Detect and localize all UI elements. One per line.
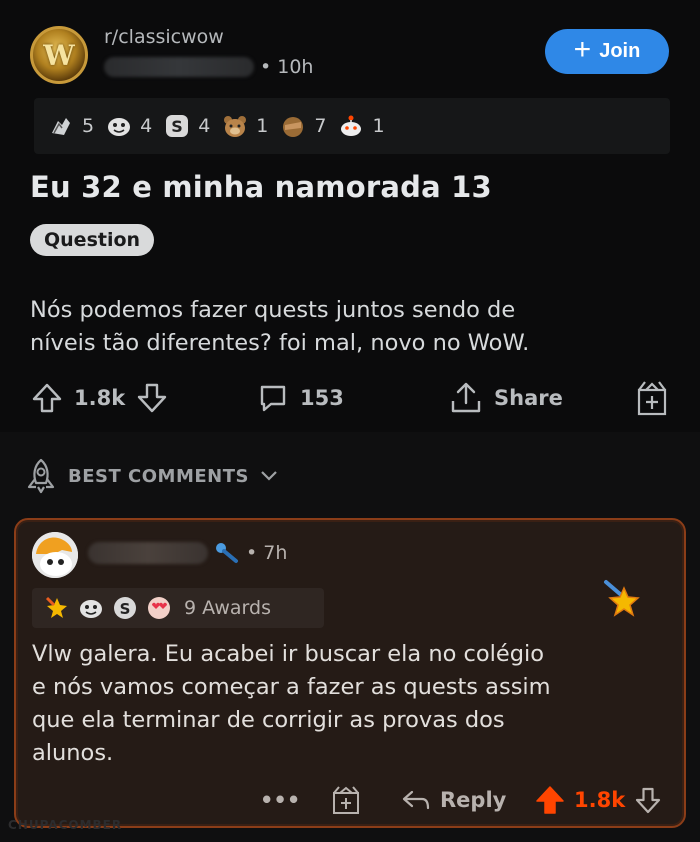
- hands-award-icon: [52, 118, 70, 135]
- svg-text:S: S: [120, 600, 131, 618]
- vote-group: 1.8k: [30, 376, 169, 420]
- sort-selector[interactable]: BEST COMMENTS: [24, 456, 279, 496]
- reply-button[interactable]: Reply: [400, 778, 506, 822]
- top-comment: • 7h S 9 Awards Vlw galera. Eu acabei ir…: [14, 518, 686, 828]
- award-button[interactable]: [634, 376, 670, 420]
- comment-bubble-icon: [260, 385, 286, 412]
- award-count: 5: [82, 115, 95, 137]
- comment-action-bar: ••• Reply 1.8k: [16, 778, 688, 822]
- bear-award-icon: [224, 116, 247, 137]
- subreddit-logo-letter: W: [43, 38, 75, 72]
- gift-icon: [333, 786, 359, 814]
- comment-count: 153: [300, 386, 344, 410]
- chevron-down-icon: [261, 471, 277, 481]
- watermark: CHUPACOMBER: [8, 818, 123, 832]
- comment-body-line: Vlw galera. Eu acabei ir buscar ela no c…: [32, 641, 545, 667]
- blurred-username: [104, 57, 254, 77]
- mic-flair-icon: [216, 543, 238, 563]
- join-label: Join: [599, 40, 641, 62]
- gift-icon: [637, 381, 667, 416]
- award-item: 4: [106, 113, 152, 139]
- silver-award-icon: S: [114, 597, 136, 619]
- award-count: 1: [372, 115, 385, 137]
- star-award-icon: [604, 580, 640, 617]
- award-item: 1: [222, 113, 268, 139]
- more-options-button[interactable]: •••: [260, 778, 300, 822]
- comment-body-line: e nós vamos começar a fazer as quests as…: [32, 674, 551, 700]
- share-icon: [451, 382, 481, 413]
- award-item: 5: [48, 113, 94, 139]
- comment-body: Vlw galera. Eu acabei ir buscar ela no c…: [32, 638, 672, 770]
- post-body-line: níveis tão diferentes? foi mal, novo no …: [30, 330, 530, 356]
- award-count: 4: [198, 115, 211, 137]
- reply-arrow-icon: [402, 790, 430, 810]
- rocket-icon: [27, 458, 55, 494]
- snoo-award-icon: [341, 115, 362, 136]
- downvote-icon[interactable]: [135, 381, 169, 415]
- comment-meta: • 7h: [88, 538, 287, 568]
- plus-icon: +: [573, 33, 592, 66]
- sort-label: BEST COMMENTS: [68, 465, 249, 487]
- post-body-line: Nós podemos fazer quests juntos sendo de: [30, 297, 516, 323]
- snoo-avatar-icon: [32, 532, 78, 578]
- facepalm-award-icon: [283, 117, 304, 137]
- subreddit-name[interactable]: r/classicwow: [104, 26, 224, 48]
- upvote-filled-icon[interactable]: [534, 784, 566, 816]
- post-vote-count: 1.8k: [74, 386, 126, 410]
- join-button[interactable]: + Join: [545, 29, 669, 74]
- post-title[interactable]: Eu 32 e minha namorada 13: [30, 170, 492, 204]
- comment-award-button[interactable]: [330, 778, 362, 822]
- post-flair[interactable]: Question: [30, 224, 155, 256]
- downvote-icon[interactable]: [633, 785, 663, 815]
- share-label: Share: [494, 386, 563, 410]
- subreddit-avatar[interactable]: W: [30, 26, 88, 84]
- silver-award-icon: S: [166, 115, 189, 137]
- svg-text:S: S: [171, 117, 183, 136]
- more-options-icon: •••: [260, 788, 301, 812]
- share-button[interactable]: Share: [448, 376, 563, 420]
- award-item: 7: [280, 113, 326, 139]
- face-award-icon: [108, 118, 131, 136]
- comment-vote-group: 1.8k: [534, 778, 663, 822]
- comment-body-line: que ela terminar de corrigir as provas d…: [32, 707, 505, 733]
- post-body: Nós podemos fazer quests juntos sendo de…: [30, 294, 670, 360]
- comment-avatar[interactable]: [32, 532, 78, 578]
- comment-vote-count: 1.8k: [574, 788, 626, 812]
- award-item: 1: [338, 113, 385, 139]
- comment-awards-bar[interactable]: S 9 Awards: [32, 588, 324, 628]
- post-meta: • 10h: [104, 55, 313, 79]
- award-count: 1: [256, 115, 269, 137]
- post-awards-bar[interactable]: 5 4 S 4 1 7 1: [34, 98, 670, 154]
- face-award-icon: [80, 600, 102, 618]
- upvote-icon[interactable]: [30, 381, 64, 415]
- rocket-like-award-icon: [45, 596, 67, 618]
- post-card: W r/classicwow • 10h + Join 5 4 S 4 1 7 …: [0, 0, 700, 432]
- comment-body-line: alunos.: [32, 740, 114, 766]
- award-count: 7: [314, 115, 327, 137]
- comment-time: • 7h: [246, 542, 288, 564]
- heart-eyes-award-icon: [148, 597, 170, 619]
- reply-label: Reply: [440, 788, 507, 812]
- post-action-bar: 1.8k 153 Share: [30, 376, 680, 420]
- post-time: • 10h: [260, 56, 314, 78]
- comments-button[interactable]: 153: [256, 376, 344, 420]
- blurred-username: [88, 542, 208, 564]
- award-item: S 4: [164, 113, 210, 139]
- awards-count-label: 9 Awards: [184, 597, 271, 619]
- award-count: 4: [140, 115, 153, 137]
